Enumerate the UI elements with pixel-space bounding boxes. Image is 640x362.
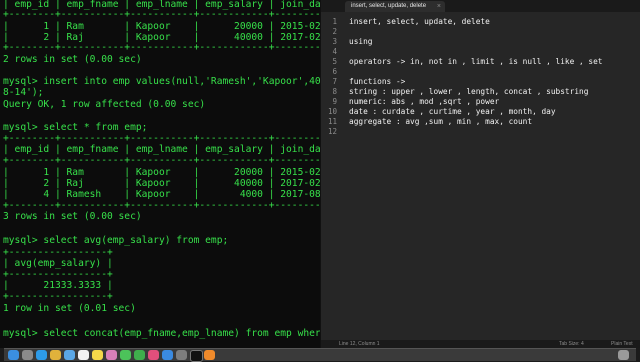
sublime-icon[interactable] — [204, 350, 215, 360]
terminal-line: +--------+-----------+-----------+------… — [3, 9, 320, 20]
appstore-icon[interactable] — [162, 350, 173, 360]
terminal-line: +-----------------+ — [3, 269, 113, 280]
line-number: 4 — [332, 47, 337, 56]
editor-tab[interactable]: insert, select, update, delete × — [345, 1, 445, 12]
tab-title: insert, select, update, delete — [351, 3, 427, 9]
safari-icon[interactable] — [36, 350, 47, 360]
line-number: 9 — [332, 97, 337, 106]
tab-size-selector[interactable]: Tab Size: 4 — [559, 340, 584, 348]
terminal-line: mysql> select avg(emp_salary) from emp; — [3, 235, 229, 246]
terminal-window[interactable]: | emp_id | emp_fname | emp_lname | emp_s… — [0, 0, 320, 348]
code-line[interactable]: aggregate : avg ,sum , min , max, count — [349, 117, 532, 127]
terminal-line: | 1 | Ram | Kapoor | 20000 | 2015-02-23 … — [3, 21, 320, 32]
editor-status-bar: Line 12, Column 1 Tab Size: 4 Plain Text — [321, 340, 640, 348]
terminal-line: 3 rows in set (0.00 sec) — [3, 211, 142, 222]
facetime-icon[interactable] — [134, 350, 145, 360]
finder-icon[interactable] — [8, 350, 19, 360]
line-number: 2 — [332, 27, 337, 36]
terminal-icon[interactable] — [190, 350, 203, 362]
line-number: 11 — [327, 117, 337, 126]
line-number: 6 — [332, 67, 337, 76]
code-line[interactable]: insert, select, update, delete — [349, 17, 490, 27]
launchpad-icon[interactable] — [22, 350, 33, 360]
terminal-line: | 21333.3333 | — [3, 280, 113, 291]
code-line[interactable]: date : curdate , curtime , year , month,… — [349, 107, 556, 117]
terminal-line: Query OK, 1 row affected (0.00 sec) — [3, 99, 206, 110]
terminal-line: | emp_id | emp_fname | emp_lname | emp_s… — [3, 144, 320, 155]
line-number: 3 — [332, 37, 337, 46]
line-number: 7 — [332, 77, 337, 86]
line-number: 12 — [327, 127, 337, 136]
mail-icon[interactable] — [64, 350, 75, 360]
terminal-line: | 2 | Raj | Kapoor | 40000 | 2017-02-23 … — [3, 178, 320, 189]
line-number: 5 — [332, 57, 337, 66]
notes-icon[interactable] — [92, 350, 103, 360]
terminal-line: +-----------------+ — [3, 291, 113, 302]
chrome-icon[interactable] — [50, 350, 61, 360]
text-editor-window[interactable]: insert, select, update, delete × 1 2 3 4… — [320, 0, 640, 348]
terminal-line: | 1 | Ram | Kapoor | 20000 | 2015-02-23 … — [3, 167, 320, 178]
line-number-gutter: 1 2 3 4 5 6 7 8 9 10 11 12 — [321, 12, 341, 344]
dock — [4, 348, 636, 362]
terminal-line: mysql> select * from emp; — [3, 122, 148, 133]
code-line[interactable]: using — [349, 37, 372, 47]
line-number: 8 — [332, 87, 337, 96]
terminal-line: 8-14'); — [3, 87, 44, 98]
terminal-line: 2 rows in set (0.00 sec) — [3, 54, 142, 65]
code-line[interactable]: string : upper , lower , length, concat … — [349, 87, 588, 97]
terminal-line: mysql> insert into emp values(null,'Rame… — [3, 76, 320, 87]
terminal-line: +--------+-----------+-----------+------… — [3, 200, 320, 211]
syntax-selector[interactable]: Plain Text — [611, 340, 633, 348]
terminal-prompt-line[interactable]: mysql> select concat(emp_fname,emp_lname… — [3, 327, 320, 339]
code-line[interactable]: functions -> — [349, 77, 405, 87]
terminal-current-command: mysql> select concat(emp_fname,emp_lname… — [3, 328, 320, 339]
itunes-icon[interactable] — [148, 350, 159, 360]
terminal-line: +--------+-----------+-----------+------… — [3, 42, 320, 53]
terminal-line: +--------+-----------+-----------+------… — [3, 133, 320, 144]
line-number: 10 — [327, 107, 337, 116]
terminal-line: +--------+-----------+-----------+------… — [3, 155, 320, 166]
terminal-line: | 4 | Ramesh | Kapoor | 4000 | 2017-08-1… — [3, 189, 320, 200]
messages-icon[interactable] — [120, 350, 131, 360]
terminal-line: 1 row in set (0.01 sec) — [3, 303, 136, 314]
close-icon[interactable]: × — [437, 1, 441, 12]
code-line[interactable]: numeric: abs , mod ,sqrt , power — [349, 97, 499, 107]
code-line[interactable]: operators -> in, not in , limit , is nul… — [349, 57, 602, 67]
line-number: 1 — [332, 17, 337, 26]
editor-tab-bar: insert, select, update, delete × — [321, 0, 640, 12]
preferences-icon[interactable] — [176, 350, 187, 360]
cursor-position: Line 12, Column 1 — [339, 341, 380, 347]
trash-icon[interactable] — [618, 350, 629, 360]
calendar-icon[interactable] — [78, 350, 89, 360]
photos-icon[interactable] — [106, 350, 117, 360]
terminal-line: | avg(emp_salary) | — [3, 258, 113, 269]
terminal-line: +-----------------+ — [3, 247, 113, 258]
